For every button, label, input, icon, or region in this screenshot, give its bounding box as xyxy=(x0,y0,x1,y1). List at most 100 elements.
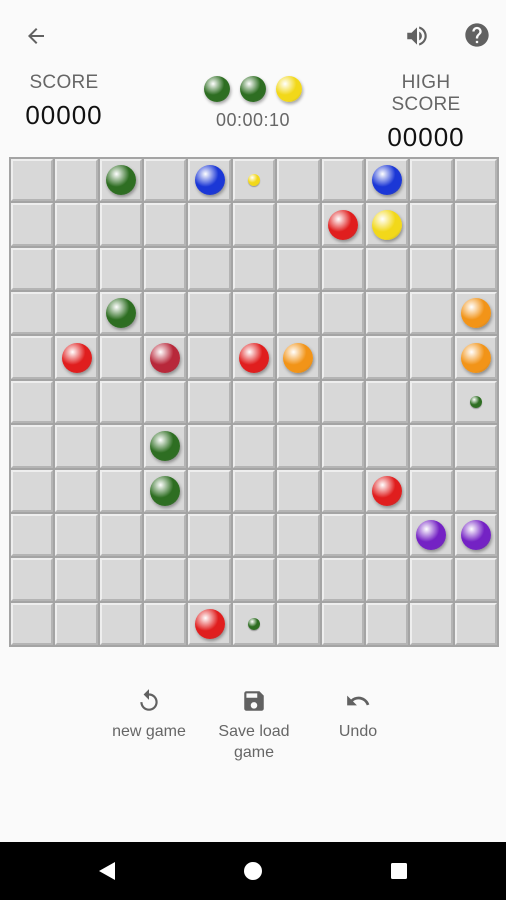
back-button[interactable] xyxy=(18,18,54,54)
board-cell[interactable] xyxy=(454,513,497,557)
board-cell[interactable] xyxy=(454,336,497,379)
board-cell[interactable] xyxy=(232,558,276,601)
board-cell[interactable] xyxy=(55,602,98,645)
board-cell[interactable] xyxy=(11,336,54,379)
board-cell[interactable] xyxy=(365,513,409,557)
board-cell[interactable] xyxy=(99,159,143,202)
board-cell[interactable] xyxy=(144,380,187,424)
board-cell[interactable] xyxy=(55,247,98,291)
board-cell[interactable] xyxy=(365,203,409,246)
board-cell[interactable] xyxy=(11,425,54,468)
board-cell[interactable] xyxy=(232,602,276,645)
board-cell[interactable] xyxy=(11,159,54,202)
board-cell[interactable] xyxy=(454,469,497,512)
board-cell[interactable] xyxy=(99,602,143,645)
board-cell[interactable] xyxy=(11,203,54,246)
ball-purple[interactable] xyxy=(416,520,447,551)
board-cell[interactable] xyxy=(232,203,276,246)
board-cell[interactable] xyxy=(410,292,453,335)
board-cell[interactable] xyxy=(410,247,453,291)
board-cell[interactable] xyxy=(55,425,98,468)
board-cell[interactable] xyxy=(55,336,98,379)
board-cell[interactable] xyxy=(365,159,409,202)
board-cell[interactable] xyxy=(188,513,231,557)
ball-blue[interactable] xyxy=(194,165,225,196)
board-cell[interactable] xyxy=(410,513,453,557)
board-cell[interactable] xyxy=(55,203,98,246)
board-cell[interactable] xyxy=(144,602,187,645)
board-cell[interactable] xyxy=(99,292,143,335)
board-cell[interactable] xyxy=(454,203,497,246)
board-cell[interactable] xyxy=(188,292,231,335)
board-cell[interactable] xyxy=(99,425,143,468)
ball-green[interactable] xyxy=(105,165,136,196)
board-cell[interactable] xyxy=(277,380,320,424)
board-cell[interactable] xyxy=(144,203,187,246)
board-cell[interactable] xyxy=(277,425,320,468)
board-cell[interactable] xyxy=(321,380,364,424)
board-cell[interactable] xyxy=(232,159,276,202)
board-cell[interactable] xyxy=(454,558,497,601)
board-cell[interactable] xyxy=(55,292,98,335)
board-cell[interactable] xyxy=(144,336,187,379)
nav-recents-button[interactable] xyxy=(384,856,414,886)
board-cell[interactable] xyxy=(277,602,320,645)
board-cell[interactable] xyxy=(55,558,98,601)
board-cell[interactable] xyxy=(321,513,364,557)
board-cell[interactable] xyxy=(410,558,453,601)
board-cell[interactable] xyxy=(232,380,276,424)
ball-yellow[interactable] xyxy=(372,209,403,240)
board-cell[interactable] xyxy=(410,380,453,424)
board-cell[interactable] xyxy=(99,336,143,379)
board-cell[interactable] xyxy=(11,292,54,335)
undo-button[interactable]: Undo xyxy=(322,683,394,742)
board-cell[interactable] xyxy=(232,425,276,468)
board-cell[interactable] xyxy=(188,469,231,512)
board-cell[interactable] xyxy=(188,558,231,601)
save-load-button[interactable]: Save load game xyxy=(208,683,300,763)
board-cell[interactable] xyxy=(321,203,364,246)
board-cell[interactable] xyxy=(365,380,409,424)
board-cell[interactable] xyxy=(410,602,453,645)
board-cell[interactable] xyxy=(277,336,320,379)
volume-button[interactable] xyxy=(398,18,436,54)
board-cell[interactable] xyxy=(55,513,98,557)
board-cell[interactable] xyxy=(188,380,231,424)
board-cell[interactable] xyxy=(232,513,276,557)
board-cell[interactable] xyxy=(99,469,143,512)
board-cell[interactable] xyxy=(11,602,54,645)
board-cell[interactable] xyxy=(321,602,364,645)
board-cell[interactable] xyxy=(144,513,187,557)
board-cell[interactable] xyxy=(321,336,364,379)
ball-red[interactable] xyxy=(238,342,269,373)
ball-purple[interactable] xyxy=(460,520,491,551)
board-cell[interactable] xyxy=(144,558,187,601)
board-cell[interactable] xyxy=(410,469,453,512)
ball-crimson[interactable] xyxy=(150,342,181,373)
board-cell[interactable] xyxy=(321,425,364,468)
board-cell[interactable] xyxy=(188,247,231,291)
board-cell[interactable] xyxy=(410,203,453,246)
board-cell[interactable] xyxy=(144,469,187,512)
board-cell[interactable] xyxy=(99,513,143,557)
ball-orange[interactable] xyxy=(460,298,491,329)
board-cell[interactable] xyxy=(410,336,453,379)
board-cell[interactable] xyxy=(11,513,54,557)
board-cell[interactable] xyxy=(277,159,320,202)
board-cell[interactable] xyxy=(365,292,409,335)
board-cell[interactable] xyxy=(144,247,187,291)
board-cell[interactable] xyxy=(410,425,453,468)
board-cell[interactable] xyxy=(321,247,364,291)
board-cell[interactable] xyxy=(188,203,231,246)
ball-red[interactable] xyxy=(194,608,225,639)
help-button[interactable] xyxy=(458,16,496,54)
board-cell[interactable] xyxy=(144,292,187,335)
board-cell[interactable] xyxy=(11,558,54,601)
ball-orange[interactable] xyxy=(283,342,314,373)
board-cell[interactable] xyxy=(410,159,453,202)
board-cell[interactable] xyxy=(55,469,98,512)
board-cell[interactable] xyxy=(99,558,143,601)
board-cell[interactable] xyxy=(321,292,364,335)
nav-back-button[interactable] xyxy=(92,856,122,886)
board-cell[interactable] xyxy=(188,336,231,379)
